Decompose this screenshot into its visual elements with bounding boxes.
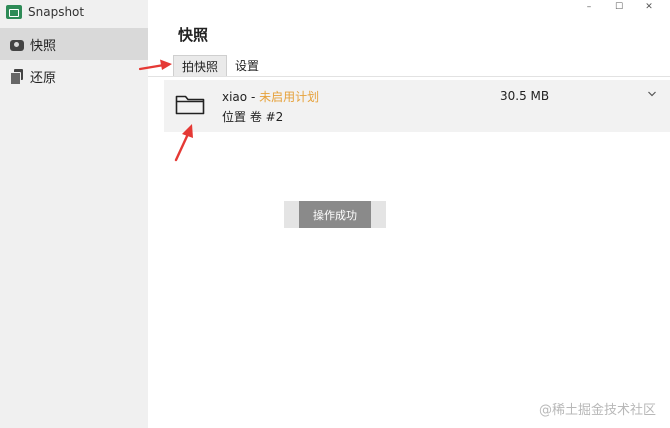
annotation-arrow-icon [174,124,193,162]
sidebar-item-label: 还原 [30,70,57,86]
watermark: @稀土掘金技术社区 [538,403,656,418]
volume-row[interactable]: xiao - 未启用计划 位置 卷 #2 30.5 MB [164,80,670,132]
app-logo-icon [6,5,22,19]
tab-bar: 拍快照 设置 [173,55,267,77]
sidebar-item-snapshot[interactable]: 快照 [0,28,148,60]
success-toast: 操作成功 [299,201,371,228]
page-title: 快照 [178,26,209,44]
app-title-bar: Snapshot [6,2,84,22]
volume-separator: - [247,90,260,104]
close-button[interactable]: ✕ [634,0,664,14]
maximize-button[interactable]: ☐ [604,0,634,14]
volume-name: xiao [222,90,248,104]
app-title: Snapshot [28,5,85,19]
volume-status: 未启用计划 [259,90,320,104]
tab-settings[interactable]: 设置 [227,55,267,77]
sidebar-item-label: 快照 [30,38,57,54]
sidebar-item-restore[interactable]: 还原 [0,60,148,92]
folder-icon [175,95,205,115]
window-controls: – ☐ ✕ [574,0,664,14]
restore-icon [10,69,24,85]
camera-icon [10,39,24,51]
volume-size: 30.5 MB [500,89,550,103]
sidebar: Snapshot 快照 还原 [0,0,148,428]
volume-location: 位置 卷 #2 [222,110,284,124]
annotation-arrow-icon [138,59,172,71]
tab-take-snapshot[interactable]: 拍快照 [173,55,228,77]
chevron-down-icon[interactable] [648,90,656,98]
tabs-divider [148,76,670,77]
toast-container: 操作成功 [284,201,386,228]
minimize-button[interactable]: – [574,0,604,14]
volume-title: xiao - 未启用计划 [222,88,319,105]
